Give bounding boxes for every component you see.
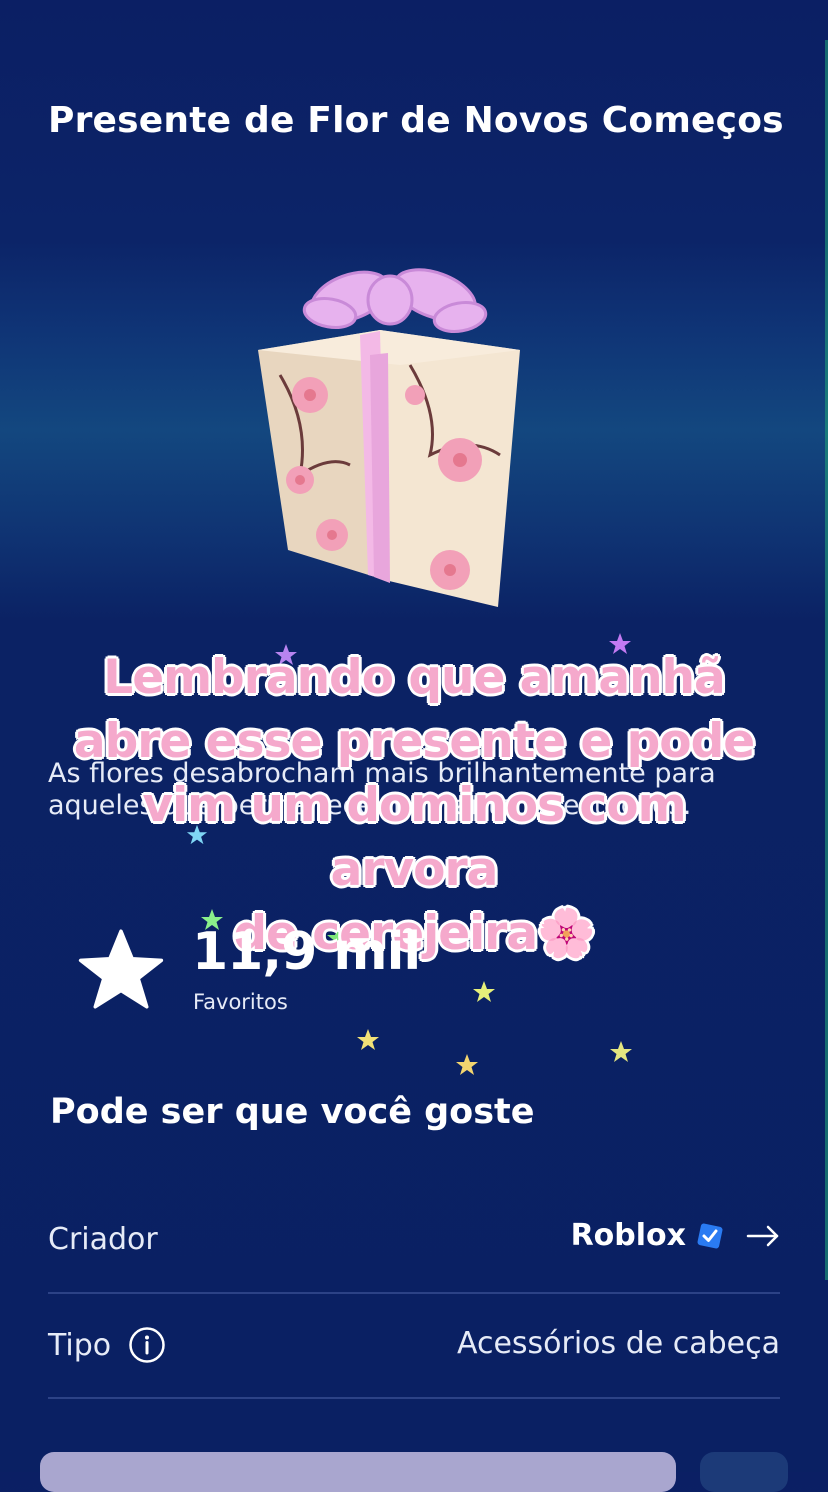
item-title: Presente de Flor de Novos Começos [48,100,784,141]
gift-item-image [258,268,520,607]
details-divider [48,1397,780,1399]
sparkle-star-icon [473,981,495,1002]
star-icon[interactable] [78,927,164,1011]
arrow-right-icon[interactable] [746,1224,780,1248]
caption-line: abre esse presente e pode [73,714,755,769]
creator-name[interactable]: Roblox [571,1218,686,1253]
creator-link[interactable]: Roblox [571,1218,780,1253]
sparkle-star-icon [456,1054,478,1075]
sparkle-star-icon [610,1041,632,1062]
caption-line: Lembrando que amanhã [103,650,725,705]
details-divider [48,1292,780,1294]
creator-label: Criador [48,1222,158,1257]
recommendations-title: Pode ser que você goste [50,1092,535,1132]
video-caption-overlay: Lembrando que amanhã abre esse presente … [60,646,768,966]
buy-button[interactable] [40,1452,676,1492]
type-label: Tipo [48,1328,112,1363]
more-options-button[interactable] [700,1452,788,1492]
favorites-label: Favoritos [193,990,288,1014]
info-icon[interactable] [128,1326,166,1364]
caption-line: vim um dominos com arvora [142,778,686,897]
verified-badge-icon [697,1223,723,1248]
sparkle-star-icon [357,1029,379,1050]
type-value: Acessórios de cabeça [456,1326,780,1361]
favorites-count: 11,9 mil [192,922,421,982]
